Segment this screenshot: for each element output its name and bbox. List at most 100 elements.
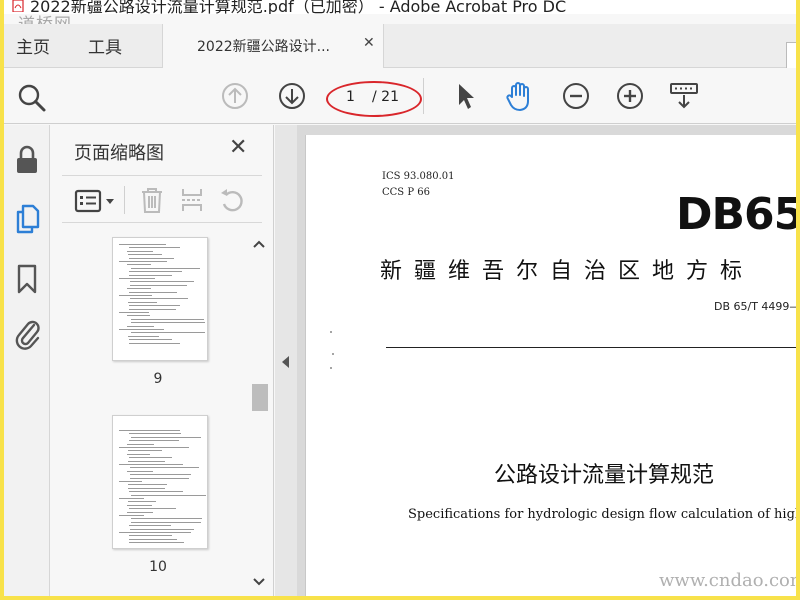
thumbnail-text-line [129,457,172,459]
thumbnail-text-line [127,470,153,472]
zoom-out-icon[interactable] [561,81,591,111]
thumbnail-text-line [130,474,191,476]
document-view[interactable]: ICS 93.080.01 CCS P 66 DB65 新疆维吾尔自治区地方标 … [297,125,796,596]
tab-home[interactable]: 主页 [16,33,50,58]
thumbnail-text-line [119,464,183,465]
hand-tool-icon[interactable] [504,79,536,113]
thumbnail-scrollbar[interactable] [250,237,268,594]
thumbnail-text-line [129,525,171,527]
thumbnail-text-line [130,284,187,286]
thumbnail-text-line [128,254,162,256]
collapse-arrow-icon[interactable] [282,356,289,368]
page-number-box[interactable]: 1 / 21 [326,81,422,117]
english-title: Specifications for hydrologic design flo… [408,507,796,522]
thumbnail-text-line [127,511,153,513]
document-tab-label: 2022新疆公路设计... [197,39,330,55]
thumbnail-text-line [119,278,155,279]
thumbnail-text-line [128,501,156,503]
thumbnail-text-line [129,491,183,493]
thumbnail-text-line [131,332,205,334]
thumbnail-text-line [129,542,184,544]
left-icon-rail [4,125,50,596]
thumbnail-text-line [129,342,180,344]
thumbnail-text-line [129,339,172,341]
attachment-icon[interactable] [14,317,42,351]
thumbnail-text-line [127,443,154,445]
scan-speck [330,367,332,369]
panel-collapse-handle[interactable] [275,125,297,596]
current-page-input[interactable]: 1 [346,89,355,105]
thumbnail-text-line [119,329,164,330]
thumbnail-text-line [128,460,165,462]
header-rule [386,347,796,348]
thumbnail-text-line [129,291,177,293]
thumbnail-text-line [127,250,153,252]
scan-speck [330,331,332,333]
thumbnail-text-line [119,498,144,499]
thumbnail-text-line [129,440,179,442]
close-panel-icon[interactable]: ✕ [229,135,247,160]
thumbnail-text-line [119,430,180,431]
thumbnail-text-line [119,312,149,313]
thumbnail-options-icon[interactable] [74,189,118,213]
thumbnail-text-line [127,325,154,327]
close-tab-icon[interactable]: ✕ [363,35,375,51]
ics-code: ICS 93.080.01 [382,171,455,182]
thumbnail-text-line [130,467,199,469]
extract-pages-icon[interactable] [178,186,206,214]
thumbnail-text-line [130,298,188,300]
page-thumbnails-icon[interactable] [14,203,40,235]
thumbnail-text-line [130,477,189,479]
watermark-bottom-right: www.cndao.com [659,570,796,591]
tab-document[interactable]: 2022新疆公路设计... ✕ [162,24,384,69]
thumbnail-text-line [131,494,206,496]
thumbnail-text-line [119,261,167,262]
thumb-toolbar-separator [124,186,125,214]
db-logo: DB65 [676,189,796,240]
bookmark-icon[interactable] [14,263,40,295]
tab-overflow-edge [786,42,796,68]
thumbnail-text-line [129,308,176,310]
thumbnail-text-line [131,521,201,523]
tab-tools[interactable]: 工具 [88,33,122,58]
delete-page-icon[interactable] [138,186,166,214]
page-thumbnails-panel: 页面缩略图 ✕ 9 10 [51,125,274,596]
select-pointer-icon[interactable] [454,81,478,111]
thumbnail-text-line [130,528,194,530]
thumbnail-text-line [128,484,167,486]
zoom-in-icon[interactable] [615,81,645,111]
page-up-icon[interactable] [220,81,250,111]
thumbnail-text-line [131,318,204,320]
thumbnail-text-line [127,453,150,455]
window-title: 2022新疆公路设计流量计算规范.pdf（已加密） - Adobe Acroba… [30,0,567,14]
thumbnail-toolbar [62,175,262,223]
thumbnail-page-label: 10 [149,559,167,575]
thumbnail-text-line [131,322,205,324]
chinese-title: 公路设计流量计算规范 [494,463,715,488]
thumbnail-text-line [127,264,151,266]
thumbnail-text-line [119,244,166,245]
acrobat-window: 2022新疆公路设计流量计算规范.pdf（已加密） - Adobe Acroba… [4,0,796,596]
thumbnail-text-line [128,335,159,337]
total-pages-label: / 21 [372,89,399,105]
scroll-mode-icon[interactable] [668,81,700,111]
search-zoom-icon[interactable] [16,82,48,114]
thumbnail-text-line [119,481,142,482]
scroll-up-icon[interactable] [253,239,265,249]
document-page: ICS 93.080.01 CCS P 66 DB65 新疆维吾尔自治区地方标 … [305,135,796,596]
scrollbar-thumb[interactable] [252,384,268,411]
rotate-page-icon[interactable] [218,186,246,214]
thumbnail-text-line [131,267,200,269]
page-down-icon[interactable] [277,81,307,111]
thumbnail-text-line [129,433,181,435]
thumbnail-page-10[interactable] [112,415,208,549]
thumbnail-page-9[interactable] [112,237,208,361]
tab-bar: 主页 工具 2022新疆公路设计... ✕ [4,24,796,69]
thumbnail-text-line [119,515,144,516]
thumbnail-text-line [129,535,172,537]
scroll-down-icon[interactable] [253,577,265,587]
lock-icon[interactable] [14,145,40,175]
thumbnail-text-line [128,487,165,489]
thumbnail-text-line [129,247,180,249]
thumbnail-list: 9 10 [62,235,248,595]
